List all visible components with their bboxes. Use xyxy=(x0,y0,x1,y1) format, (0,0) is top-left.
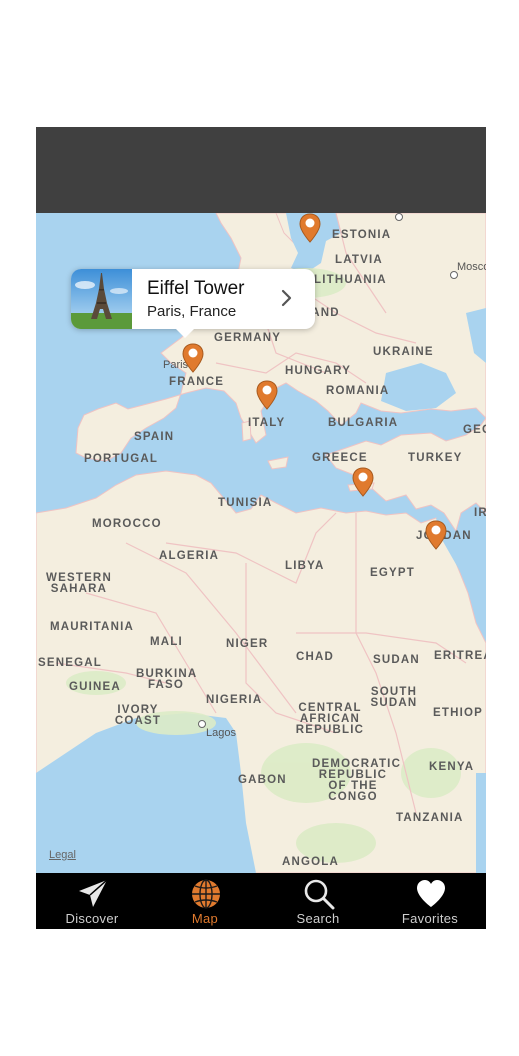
paper-plane-icon xyxy=(79,879,108,907)
phone-screen: ESTONIA LATVIA LITHUANIA POLAND GERMANY … xyxy=(36,127,486,929)
map-pin-icon[interactable] xyxy=(256,380,278,410)
label-geo: GEO xyxy=(463,424,486,436)
tab-search[interactable]: Search xyxy=(262,873,374,929)
label-portugal: PORTUGAL xyxy=(84,453,159,465)
tab-label: Discover xyxy=(65,911,119,926)
label-drc: DEMOCRATIC REPUBLIC OF THE CONGO xyxy=(312,758,402,803)
legal-link[interactable]: Legal xyxy=(49,849,76,861)
label-mauritania: MAURITANIA xyxy=(50,621,134,633)
label-ethiop: ETHIOP xyxy=(433,707,484,719)
label-angola: ANGOLA xyxy=(282,856,340,868)
label-latvia: LATVIA xyxy=(335,254,383,266)
label-niger: NIGER xyxy=(226,638,269,650)
tab-label: Favorites xyxy=(401,911,459,926)
tab-favorites[interactable]: Favorites xyxy=(374,873,486,929)
tab-bar: Discover Map Search Favorites xyxy=(36,873,486,929)
tab-map[interactable]: Map xyxy=(149,873,261,929)
label-sudan: SUDAN xyxy=(373,654,420,666)
label-mali: MALI xyxy=(150,636,183,648)
label-eritrea: ERITREA xyxy=(434,650,486,662)
callout-subtitle: Paris, France xyxy=(147,303,237,320)
label-western-sahara: WESTERN SAHARA xyxy=(46,572,112,595)
label-estonia: ESTONIA xyxy=(332,229,392,241)
label-senegal: SENEGAL xyxy=(38,657,102,669)
label-ukraine: UKRAINE xyxy=(373,346,434,358)
label-kenya: KENYA xyxy=(429,761,475,773)
label-tunisia: TUNISIA xyxy=(218,497,273,509)
city-moscow: Mosco xyxy=(457,261,486,273)
map-pin-icon[interactable] xyxy=(182,343,204,373)
chevron-right-icon[interactable] xyxy=(277,287,297,309)
label-central-african-republic: CENTRAL AFRICAN REPUBLIC xyxy=(295,702,365,736)
label-bulgaria: BULGARIA xyxy=(328,417,399,429)
globe-icon xyxy=(192,879,220,909)
map-pin-icon[interactable] xyxy=(299,213,321,243)
label-hungary: HUNGARY xyxy=(285,365,352,377)
label-south-sudan: SOUTH SUDAN xyxy=(370,686,418,709)
navigation-bar xyxy=(36,127,486,213)
city-dot xyxy=(395,213,403,221)
map-pin-icon[interactable] xyxy=(425,520,447,550)
label-gabon: GABON xyxy=(238,774,287,786)
label-libya: LIBYA xyxy=(285,560,325,572)
label-ir: IR xyxy=(474,507,486,519)
tab-label: Search xyxy=(296,911,340,926)
label-turkey: TURKEY xyxy=(408,452,463,464)
map-pin-icon[interactable] xyxy=(352,467,374,497)
tab-discover[interactable]: Discover xyxy=(36,873,148,929)
label-guinea: GUINEA xyxy=(69,681,121,693)
label-morocco: MOROCCO xyxy=(92,518,162,530)
annotation-callout[interactable]: Eiffel Tower Paris, France xyxy=(71,269,315,338)
label-lithuania: LITHUANIA xyxy=(314,274,387,286)
heart-icon xyxy=(417,880,445,907)
label-burkina-faso: BURKINA FASO xyxy=(136,668,198,691)
label-spain: SPAIN xyxy=(134,431,175,443)
tab-label: Map xyxy=(191,911,219,926)
label-nigeria: NIGERIA xyxy=(206,694,263,706)
search-icon xyxy=(304,879,335,910)
label-germany: GERMANY xyxy=(214,332,282,344)
label-greece: GREECE xyxy=(312,452,368,464)
label-italy: ITALY xyxy=(248,417,286,429)
map-view[interactable]: ESTONIA LATVIA LITHUANIA POLAND GERMANY … xyxy=(36,213,486,873)
city-lagos: Lagos xyxy=(206,727,236,739)
label-chad: CHAD xyxy=(296,651,335,663)
eiffel-tower-thumbnail xyxy=(71,269,132,329)
label-algeria: ALGERIA xyxy=(159,550,220,562)
city-dot xyxy=(198,720,206,728)
label-france: FRANCE xyxy=(169,376,225,388)
label-romania: ROMANIA xyxy=(326,385,390,397)
label-ivory-coast: IVORY COAST xyxy=(114,704,162,727)
label-egypt: EGYPT xyxy=(370,567,415,579)
callout-title: Eiffel Tower xyxy=(147,278,245,299)
label-tanzania: TANZANIA xyxy=(396,812,464,824)
